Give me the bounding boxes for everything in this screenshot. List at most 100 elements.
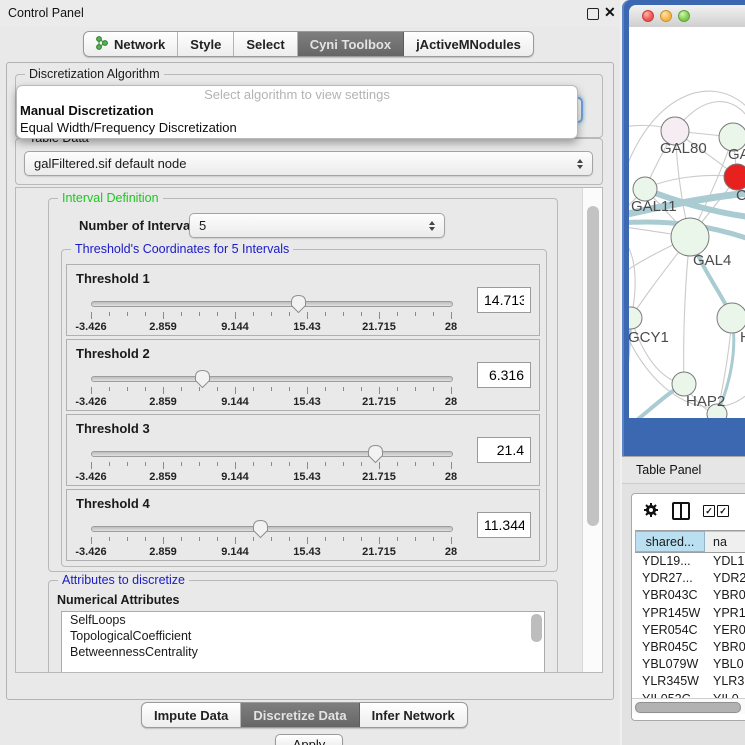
column-header-shared-name[interactable]: shared... (635, 531, 705, 552)
node-table: shared... na YDL19...YDL1YDR27...YDR2YBR… (635, 530, 745, 708)
threshold-panel-4: Threshold 4-3.4262.8599.14415.4321.71528 (66, 489, 540, 561)
slider-tick-labels: -3.4262.8599.14415.4321.71528 (91, 546, 451, 558)
table-row[interactable]: YPR145WYPR1 (635, 605, 745, 622)
table-row[interactable]: YER054CYER0 (635, 622, 745, 639)
gear-icon[interactable] (643, 502, 659, 523)
node-label-hap2: HAP2 (686, 393, 725, 410)
attribute-items: SelfLoopsTopologicalCoefficientBetweenne… (62, 612, 544, 660)
number-of-intervals-label: Number of Intervals (79, 218, 201, 233)
thresholds-group-title: Threshold's Coordinates for 5 Intervals (71, 242, 293, 256)
cell-shared-name: YDR27... (635, 570, 705, 587)
number-of-intervals-combobox[interactable]: 5 (189, 213, 445, 238)
network-canvas[interactable]: GAL80 GA C GAL11 GAL4 GCY1 H HAP2 (629, 27, 745, 418)
attribute-list-item[interactable]: SelfLoops (62, 612, 544, 628)
attribute-list-item[interactable]: BetweennessCentrality (62, 644, 544, 660)
table-row[interactable]: YLR345WYLR3 (635, 673, 745, 690)
tab-cyni-toolbox[interactable]: Cyni Toolbox (298, 32, 404, 56)
slider-track[interactable] (91, 451, 453, 457)
threshold-value-field[interactable] (477, 512, 531, 538)
control-panel-title: Control Panel (8, 6, 84, 20)
dropdown-option-equal-width-frequency[interactable]: Equal Width/Frequency Discretization (17, 119, 577, 136)
cell-name: YBR0 (705, 587, 745, 604)
slider-thumb[interactable] (367, 444, 384, 464)
apply-button[interactable]: Apply (275, 734, 343, 745)
threshold-slider[interactable]: -3.4262.8599.14415.4321.71528 (91, 368, 451, 410)
node-gcy1[interactable] (629, 307, 642, 329)
slider-thumb[interactable] (194, 369, 211, 389)
table-row[interactable]: YBL079WYBL0 (635, 656, 745, 673)
minimize-traffic-light[interactable] (660, 10, 672, 22)
number-of-intervals-value: 5 (199, 218, 206, 233)
tab-select[interactable]: Select (234, 32, 297, 56)
cyni-toolbox-content: Discretization Algorithm Select algorith… (6, 62, 614, 700)
table-toolbar: ✓ ✓ (632, 494, 745, 526)
settings-scrollpane: Interval Definition Number of Intervals … (15, 187, 603, 673)
tab-infer-network[interactable]: Infer Network (360, 703, 467, 727)
thresholds-group: Threshold's Coordinates for 5 Intervals … (61, 249, 547, 567)
table-data-combobox[interactable]: galFiltered.sif default node (24, 151, 593, 176)
horizontal-scrollbar-thumb[interactable] (635, 702, 741, 713)
slider-track[interactable] (91, 526, 453, 532)
vertical-scrollbar-thumb[interactable] (587, 206, 599, 526)
threshold-value-field[interactable] (477, 362, 531, 388)
tab-impute-data[interactable]: Impute Data (142, 703, 241, 727)
column-header-name[interactable]: na (705, 531, 745, 552)
attributes-list-scrollbar[interactable] (531, 614, 542, 642)
slider-thumb[interactable] (252, 519, 269, 539)
dropdown-placeholder: Select algorithm to view settings (17, 86, 577, 102)
cell-name: YBR0 (705, 639, 745, 656)
tab-discretize-data[interactable]: Discretize Data (241, 703, 359, 727)
network-window-titlebar[interactable] (629, 5, 745, 28)
slider-tick-labels: -3.4262.8599.14415.4321.71528 (91, 396, 451, 408)
numerical-attributes-list: SelfLoopsTopologicalCoefficientBetweenne… (61, 611, 545, 673)
threshold-slider[interactable]: -3.4262.8599.14415.4321.71528 (91, 293, 451, 335)
node-gal4[interactable] (671, 218, 709, 256)
tab-network-label: Network (114, 37, 165, 52)
slider-track[interactable] (91, 376, 453, 382)
checkbox-icon-1[interactable]: ✓ (703, 505, 715, 517)
columns-icon[interactable] (672, 502, 690, 520)
cell-shared-name: YLR345W (635, 673, 705, 690)
threshold-value-field[interactable] (477, 437, 531, 463)
discretization-algorithm-group-title: Discretization Algorithm (25, 67, 164, 81)
table-row[interactable]: YBR043CYBR0 (635, 587, 745, 604)
threshold-slider[interactable]: -3.4262.8599.14415.4321.71528 (91, 443, 451, 485)
tab-select-label: Select (246, 37, 284, 52)
dropdown-option-manual-discretization[interactable]: Manual Discretization (17, 102, 577, 119)
zoom-traffic-light[interactable] (678, 10, 690, 22)
close-icon[interactable]: ✕ (604, 4, 616, 21)
checkbox-icon-2[interactable]: ✓ (717, 505, 729, 517)
tab-style[interactable]: Style (178, 32, 234, 56)
tab-jactivemnodules[interactable]: jActiveMNodules (404, 32, 533, 56)
table-rows: YDL19...YDL1YDR27...YDR2YBR043CYBR0YPR14… (635, 553, 745, 708)
combo-stepper-icon (577, 159, 583, 169)
float-window-icon[interactable] (587, 8, 599, 20)
tab-style-label: Style (190, 37, 221, 52)
table-row[interactable]: YBR045CYBR0 (635, 639, 745, 656)
numerical-attributes-heading: Numerical Attributes (57, 593, 179, 607)
tab-network[interactable]: Network (84, 32, 178, 56)
table-panel-header: Table Panel (622, 457, 745, 484)
tab-jactivemnodules-label: jActiveMNodules (416, 37, 521, 52)
node-label-h: H (740, 329, 745, 346)
attribute-list-item[interactable]: TopologicalCoefficient (62, 628, 544, 644)
tab-infer-network-label: Infer Network (372, 708, 455, 723)
threshold-panel-2: Threshold 2-3.4262.8599.14415.4321.71528 (66, 339, 540, 411)
control-panel: Control Panel ✕ Network S (0, 0, 620, 745)
threshold-panel-1: Threshold 1 -3.4262.8599.14415.4321.71528 (66, 264, 540, 336)
cell-shared-name: YDL19... (635, 553, 705, 570)
threshold-value-field[interactable] (477, 287, 531, 313)
network-icon (96, 36, 108, 53)
table-row[interactable]: YDR27...YDR2 (635, 570, 745, 587)
slider-thumb[interactable] (290, 294, 307, 314)
slider-track[interactable] (91, 301, 453, 307)
threshold-label: Threshold 3 (76, 421, 150, 436)
threshold-label: Threshold 1 (76, 271, 150, 286)
slider-ticks (91, 462, 451, 470)
threshold-slider[interactable]: -3.4262.8599.14415.4321.71528 (91, 518, 451, 560)
slider-tick-labels: -3.4262.8599.14415.4321.71528 (91, 471, 451, 483)
slider-ticks (91, 387, 451, 395)
cell-name: YER0 (705, 622, 745, 639)
close-traffic-light[interactable] (642, 10, 654, 22)
table-row[interactable]: YDL19...YDL1 (635, 553, 745, 570)
